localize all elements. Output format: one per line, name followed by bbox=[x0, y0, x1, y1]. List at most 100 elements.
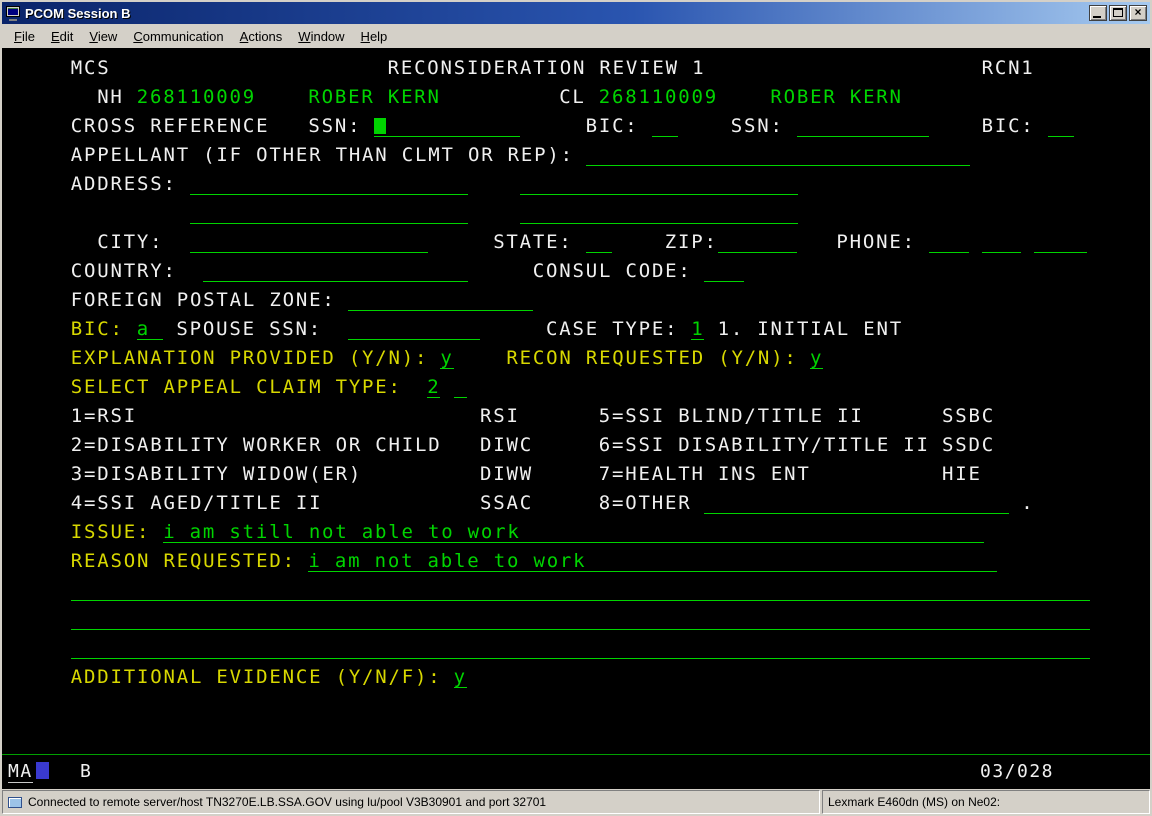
terminal-field[interactable] bbox=[71, 580, 1090, 601]
printer-panel: Lexmark E460dn (MS) on Ne02: bbox=[822, 790, 1150, 814]
menu-item-edit[interactable]: Edit bbox=[43, 26, 81, 47]
terminal-label: 3=DISABILITY WIDOW(ER) bbox=[71, 464, 362, 485]
menu-item-file[interactable]: File bbox=[6, 26, 43, 47]
terminal-field[interactable] bbox=[1048, 116, 1074, 137]
menu-item-view[interactable]: View bbox=[81, 26, 125, 47]
pcom-window: PCOM Session B × File Edit View Communic… bbox=[0, 0, 1152, 816]
terminal-label: SSAC bbox=[480, 493, 533, 514]
terminal-label: 6=SSI DISABILITY/TITLE II bbox=[599, 435, 930, 456]
printer-status: Lexmark E460dn (MS) on Ne02: bbox=[828, 795, 1000, 809]
terminal-label: SELECT APPEAL CLAIM TYPE: bbox=[71, 377, 402, 398]
terminal-field[interactable]: y bbox=[810, 348, 823, 369]
terminal-field[interactable] bbox=[348, 290, 533, 311]
terminal-field[interactable] bbox=[348, 319, 480, 340]
terminal-field[interactable] bbox=[203, 261, 468, 282]
terminal-field[interactable] bbox=[586, 145, 970, 166]
maximize-button[interactable] bbox=[1109, 5, 1127, 21]
status-bar: Connected to remote server/host TN3270E.… bbox=[2, 790, 1150, 814]
terminal-label: SSN: bbox=[731, 116, 784, 137]
app-icon-base bbox=[9, 19, 17, 21]
terminal-label: REASON REQUESTED: bbox=[71, 551, 296, 572]
minimize-button[interactable] bbox=[1089, 5, 1107, 21]
terminal-label: PHONE: bbox=[836, 232, 915, 253]
terminal-label: 5=SSI BLIND/TITLE II bbox=[599, 406, 864, 427]
terminal-label: ZIP: bbox=[665, 232, 718, 253]
terminal-label: 268110009 bbox=[137, 87, 256, 108]
connection-panel: Connected to remote server/host TN3270E.… bbox=[2, 790, 820, 814]
terminal-field[interactable] bbox=[982, 232, 1022, 253]
terminal-label: APPELLANT (IF OTHER THAN CLMT OR REP): bbox=[71, 145, 574, 166]
terminal-field[interactable] bbox=[704, 261, 744, 282]
app-icon-screen bbox=[8, 8, 18, 15]
connection-icon bbox=[8, 797, 22, 808]
oia-cursor-position: 03/028 bbox=[980, 761, 1054, 782]
terminal-field[interactable]: 1 bbox=[691, 319, 704, 340]
terminal-label: COUNTRY: bbox=[71, 261, 177, 282]
terminal-label: SPOUSE SSN: bbox=[176, 319, 322, 340]
terminal-field[interactable] bbox=[520, 203, 798, 224]
terminal-field[interactable] bbox=[71, 638, 1090, 659]
terminal-label: EXPLANATION PROVIDED (Y/N): bbox=[71, 348, 428, 369]
terminal-field[interactable] bbox=[374, 116, 520, 137]
terminal-field[interactable] bbox=[704, 493, 1009, 514]
terminal-label: ADDRESS: bbox=[71, 174, 177, 195]
terminal-label: BIC: bbox=[586, 116, 639, 137]
terminal-field[interactable] bbox=[718, 232, 797, 253]
terminal-field[interactable] bbox=[190, 174, 468, 195]
terminal-field[interactable] bbox=[1034, 232, 1087, 253]
terminal-label: NH bbox=[97, 87, 123, 108]
terminal-field[interactable]: 2 bbox=[427, 377, 440, 398]
terminal-label: DIWC bbox=[480, 435, 533, 456]
terminal-label: 2=DISABILITY WORKER OR CHILD bbox=[71, 435, 442, 456]
terminal-field[interactable]: y bbox=[440, 348, 453, 369]
connection-status: Connected to remote server/host TN3270E.… bbox=[28, 795, 546, 809]
terminal-field[interactable] bbox=[929, 232, 969, 253]
oia-indicator-block bbox=[36, 762, 49, 779]
terminal-label: CITY: bbox=[97, 232, 163, 253]
terminal-label: 8=OTHER bbox=[599, 493, 692, 514]
menu-item-help[interactable]: Help bbox=[353, 26, 396, 47]
terminal-label: RSI bbox=[480, 406, 520, 427]
terminal-label: RECONSIDERATION REVIEW 1 bbox=[388, 58, 706, 79]
maximize-icon bbox=[1113, 8, 1123, 17]
terminal-label: RECON REQUESTED (Y/N): bbox=[506, 348, 797, 369]
terminal-label: ROBER KERN bbox=[770, 87, 902, 108]
terminal-label: CONSUL CODE: bbox=[533, 261, 692, 282]
app-icon[interactable] bbox=[5, 6, 21, 21]
terminal-label: ROBER KERN bbox=[308, 87, 440, 108]
oia-row: MA B 03/028 bbox=[2, 758, 1150, 786]
terminal-field[interactable] bbox=[71, 609, 1090, 630]
terminal-field[interactable] bbox=[454, 377, 467, 398]
terminal-label: DIWW bbox=[480, 464, 533, 485]
terminal-field[interactable] bbox=[190, 232, 428, 253]
terminal-field[interactable]: i am not able to work bbox=[308, 551, 996, 572]
terminal-label: FOREIGN POSTAL ZONE: bbox=[71, 290, 336, 311]
terminal-label: RCN1 bbox=[982, 58, 1035, 79]
terminal-label: CASE TYPE: bbox=[546, 319, 678, 340]
terminal-field[interactable] bbox=[652, 116, 678, 137]
terminal-screen[interactable]: MA B 03/028 MCSRECONSIDERATION REVIEW 1R… bbox=[2, 48, 1150, 789]
terminal-field[interactable]: a bbox=[137, 319, 163, 340]
terminal-field[interactable] bbox=[520, 174, 798, 195]
window-title: PCOM Session B bbox=[25, 6, 130, 21]
menu-item-window[interactable]: Window bbox=[290, 26, 352, 47]
window-controls: × bbox=[1089, 5, 1147, 21]
terminal-field[interactable]: y bbox=[454, 667, 467, 688]
terminal-label: BIC: bbox=[982, 116, 1035, 137]
oia-session-letter: B bbox=[80, 761, 92, 782]
terminal-cursor bbox=[374, 118, 386, 134]
close-icon: × bbox=[1130, 6, 1146, 19]
menu-item-communication[interactable]: Communication bbox=[125, 26, 231, 47]
terminal-field[interactable] bbox=[797, 116, 929, 137]
close-button[interactable]: × bbox=[1129, 5, 1147, 21]
terminal-field[interactable]: i am still not able to work bbox=[163, 522, 984, 543]
menu-item-actions[interactable]: Actions bbox=[232, 26, 291, 47]
terminal-field[interactable] bbox=[190, 203, 468, 224]
menu-bar: File Edit View Communication Actions Win… bbox=[2, 24, 1150, 48]
terminal-label: CROSS REFERENCE bbox=[71, 116, 270, 137]
terminal-label: 268110009 bbox=[599, 87, 718, 108]
terminal-label: CL bbox=[559, 87, 585, 108]
title-bar: PCOM Session B × bbox=[2, 2, 1150, 24]
terminal-field[interactable] bbox=[586, 232, 612, 253]
terminal-label: SSN: bbox=[308, 116, 361, 137]
